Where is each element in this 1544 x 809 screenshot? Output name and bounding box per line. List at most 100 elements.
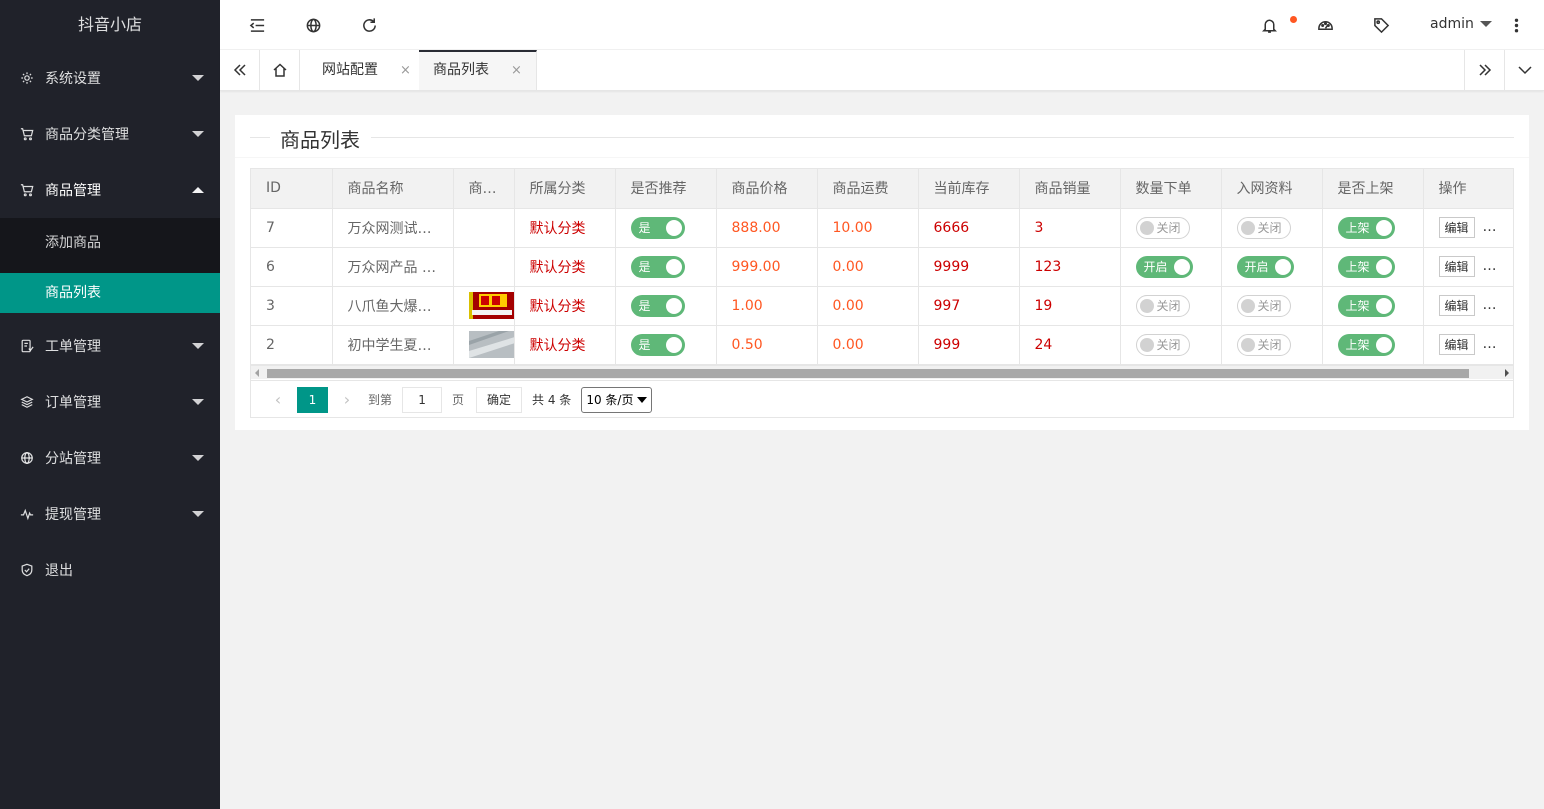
cell-price: 0.50 [716,325,818,365]
confirm-button[interactable]: 确定 [476,386,523,413]
cell-category: 默认分类 [514,208,616,248]
col-header[interactable]: 商… [453,169,515,209]
sidebar-item-system-settings[interactable]: 系统设置 [0,50,220,106]
page-number-current[interactable]: 1 [297,386,328,413]
cell-network: 关闭 [1221,325,1323,365]
cell-id: 3 [251,286,333,326]
globe-icon[interactable] [303,15,323,35]
recommend-switch[interactable]: 是 [630,333,685,356]
product-thumbnail-image[interactable] [468,331,515,358]
col-header[interactable]: 所属分类 [514,169,616,209]
tab-product-list[interactable]: 商品列表 × [419,50,537,90]
tabs-menu-chevron-down-icon[interactable] [1504,50,1544,90]
product-table: ID 商品名称 商… 所属分类 是否推荐 商品价格 商品运费 当前库存 商品销量… [250,168,1514,418]
next-page-chevron-icon[interactable]: › [334,390,360,409]
theme-palette-icon[interactable] [1315,15,1335,35]
sidebar-item-withdraw-management[interactable]: 提现管理 [0,486,220,542]
col-header[interactable]: 商品价格 [716,169,818,209]
qty-order-switch[interactable]: 开启 [1135,255,1193,278]
layers-icon [20,395,34,409]
col-header[interactable]: 当前库存 [918,169,1020,209]
col-header[interactable]: 入网资料 [1221,169,1323,209]
qty-order-switch[interactable]: 关闭 [1135,333,1190,356]
switch-knob [1375,336,1392,353]
product-thumbnail-image[interactable] [468,292,515,319]
home-icon[interactable] [260,50,300,90]
bell-icon[interactable] [1259,15,1279,35]
qty-order-switch[interactable]: 关闭 [1135,294,1190,317]
switch-knob [1375,297,1392,314]
switch-label: 上架 [1345,260,1370,274]
network-switch[interactable]: 关闭 [1236,216,1291,239]
listed-switch[interactable]: 上架 [1337,216,1395,239]
sidebar-item-product-management[interactable]: 商品管理 [0,162,220,218]
switch-label: 关闭 [1257,338,1282,352]
sidebar-subitem-product-list[interactable]: 商品列表 [0,273,220,313]
recommend-switch[interactable]: 是 [630,216,685,239]
app-logo-title[interactable]: 抖音小店 [0,0,220,50]
sidebar-item-category-management[interactable]: 商品分类管理 [0,106,220,162]
tabs-scroll-left-icon[interactable] [220,50,260,90]
col-header[interactable]: 是否推荐 [615,169,717,209]
tab-site-config[interactable]: 网站配置 × [308,50,426,90]
network-switch[interactable]: 关闭 [1236,294,1291,317]
menu-collapse-icon[interactable] [247,15,267,35]
sidebar-item-ticket-management[interactable]: 工单管理 [0,318,220,374]
scrollbar-thumb[interactable] [267,369,1469,378]
switch-label: 是 [638,338,651,352]
sidebar-item-substation-management[interactable]: 分站管理 [0,430,220,486]
col-header[interactable]: 商品销量 [1019,169,1121,209]
close-icon[interactable]: × [400,63,411,78]
chevron-up-icon [192,187,204,193]
edit-button[interactable]: 编辑 [1438,256,1475,277]
switch-label: 关闭 [1257,299,1282,313]
switch-knob [665,258,682,275]
col-header[interactable]: 商品名称 [332,169,454,209]
scroll-right-arrow-icon[interactable] [1505,369,1509,377]
listed-switch[interactable]: 上架 [1337,255,1395,278]
page-size-select[interactable]: 10 条/页 [581,386,653,413]
pulse-icon [20,507,34,521]
col-header[interactable]: 商品运费 [817,169,919,209]
recommend-switch[interactable]: 是 [630,294,685,317]
card-legend: 商品列表 [250,124,1514,154]
more-vertical-icon[interactable] [1506,15,1526,35]
tag-icon[interactable] [1371,15,1391,35]
listed-switch[interactable]: 上架 [1337,333,1395,356]
prev-page-chevron-icon[interactable]: ‹ [265,390,291,409]
switch-knob [1173,258,1190,275]
sidebar-item-order-management[interactable]: 订单管理 [0,374,220,430]
network-switch[interactable]: 关闭 [1236,333,1291,356]
col-header[interactable]: ID [251,169,333,209]
edit-button[interactable]: 编辑 [1438,217,1475,238]
qty-order-switch[interactable]: 关闭 [1135,216,1190,239]
sidebar-subitem-add-product[interactable]: 添加商品 [0,218,220,273]
tabs-scroll-right-icon[interactable] [1464,50,1504,90]
cell-name: 万众网产品 … [332,247,454,287]
col-header[interactable]: 是否上架 [1322,169,1424,209]
listed-switch[interactable]: 上架 [1337,294,1395,317]
edit-button[interactable]: 编辑 [1438,295,1475,316]
chevron-down-icon [192,343,204,349]
switch-knob [1139,337,1154,352]
divider [235,157,1529,158]
refresh-icon[interactable] [359,15,379,35]
sidebar-item-logout[interactable]: 退出 [0,542,220,598]
horizontal-scrollbar[interactable] [251,365,1513,379]
username: admin [1430,16,1474,32]
col-header[interactable]: 数量下单 [1120,169,1222,209]
goto-page-input[interactable]: 1 [402,386,443,413]
scroll-left-arrow-icon[interactable] [255,369,259,377]
chevron-down-icon [192,399,204,405]
user-menu[interactable]: admin [1430,16,1492,32]
close-icon[interactable]: × [511,63,522,78]
cell-recommend: 是 [615,325,717,365]
sidebar-item-label: 订单管理 [45,395,101,411]
cell-sales: 24 [1019,325,1121,365]
recommend-switch[interactable]: 是 [630,255,685,278]
edit-button[interactable]: 编辑 [1438,334,1475,355]
network-switch[interactable]: 开启 [1236,255,1294,278]
cell-thumb [453,247,515,287]
col-header[interactable]: 操作 [1423,169,1513,209]
cell-shipping: 10.00 [817,208,919,248]
